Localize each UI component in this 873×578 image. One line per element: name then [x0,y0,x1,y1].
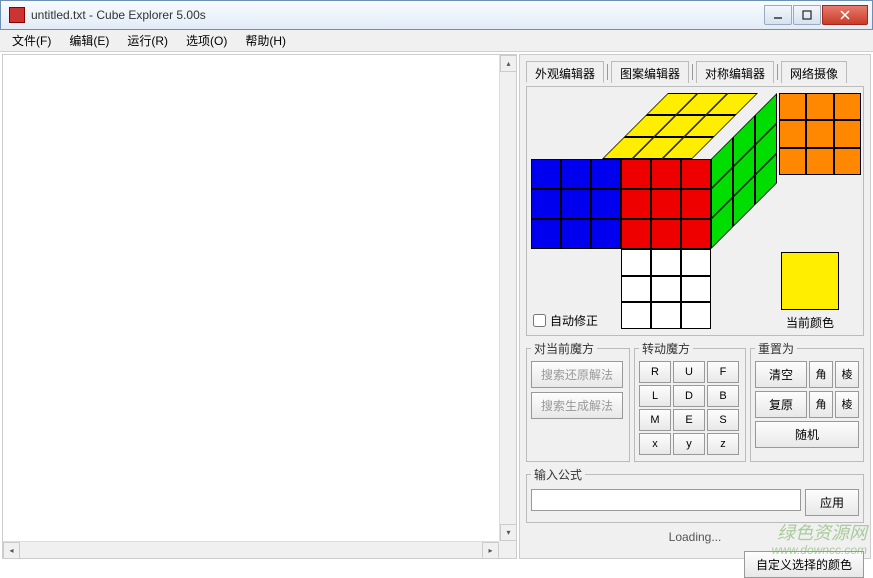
group-reset-legend: 重置为 [755,340,797,357]
menu-run[interactable]: 运行(R) [119,29,176,52]
titlebar: untitled.txt - Cube Explorer 5.00s [0,0,873,30]
scroll-down-icon[interactable]: ▾ [500,524,517,541]
right-panel: 外观编辑器 图案编辑器 对称编辑器 网络摄像 [519,54,871,559]
tab-appearance[interactable]: 外观编辑器 [526,61,604,83]
scroll-corner [499,541,516,558]
cube-editor: 自动修正 当前颜色 [526,86,864,336]
reset-clear-button[interactable]: 清空 [755,361,807,388]
scroll-up-icon[interactable]: ▴ [500,55,517,72]
group-formula: 输入公式 应用 [526,466,864,523]
tab-separator [777,64,778,80]
search-restore-button[interactable]: 搜索还原解法 [531,361,623,388]
menu-file[interactable]: 文件(F) [4,29,59,52]
text-editor[interactable]: ▴ ▾ ◂ ▸ [2,54,517,559]
move-m-button[interactable]: M [639,409,671,431]
search-generate-button[interactable]: 搜索生成解法 [531,392,623,419]
scroll-left-icon[interactable]: ◂ [3,542,20,559]
reset-edge1-button[interactable]: 棱 [835,361,859,388]
formula-input[interactable] [531,489,801,511]
minimize-button[interactable] [764,5,792,25]
reset-corner1-button[interactable]: 角 [809,361,833,388]
maximize-button[interactable] [793,5,821,25]
reset-random-button[interactable]: 随机 [755,421,859,448]
group-current-legend: 对当前魔方 [531,340,597,357]
current-color: 当前颜色 [781,252,839,331]
horizontal-scrollbar[interactable]: ◂ ▸ [3,541,499,558]
current-color-label: 当前颜色 [781,314,839,331]
tab-symmetry[interactable]: 对称编辑器 [696,61,774,83]
move-u-button[interactable]: U [673,361,705,383]
main-area: ▴ ▾ ◂ ▸ 外观编辑器 图案编辑器 对称编辑器 网络摄像 [0,52,873,561]
app-icon [9,7,25,23]
tab-pattern[interactable]: 图案编辑器 [611,61,689,83]
tab-separator [607,64,608,80]
menu-options[interactable]: 选项(O) [178,29,235,52]
move-d-button[interactable]: D [673,385,705,407]
move-r-button[interactable]: R [639,361,671,383]
menu-help[interactable]: 帮助(H) [237,29,294,52]
apply-button[interactable]: 应用 [805,489,859,516]
editor-tabs: 外观编辑器 图案编辑器 对称编辑器 网络摄像 [526,61,864,83]
move-z-button[interactable]: z [707,433,739,455]
scroll-right-icon[interactable]: ▸ [482,542,499,559]
group-move: 转动魔方 R U F L D B M E S x y z [634,340,746,462]
window-controls [764,5,868,25]
reset-edge2-button[interactable]: 棱 [835,391,859,418]
reset-corner2-button[interactable]: 角 [809,391,833,418]
loading-label: Loading... [526,527,864,547]
move-grid: R U F L D B M E S x y z [639,361,741,455]
group-reset: 重置为 清空 角 棱 复原 角 棱 随机 [750,340,864,462]
current-color-swatch[interactable] [781,252,839,310]
menu-edit[interactable]: 编辑(E) [61,29,117,52]
move-l-button[interactable]: L [639,385,671,407]
move-s-button[interactable]: S [707,409,739,431]
move-f-button[interactable]: F [707,361,739,383]
tab-webcam[interactable]: 网络摄像 [781,61,847,83]
reset-restore-button[interactable]: 复原 [755,391,807,418]
close-button[interactable] [822,5,868,25]
group-move-legend: 转动魔方 [639,340,693,357]
move-x-button[interactable]: x [639,433,671,455]
tab-separator [692,64,693,80]
auto-fix-checkbox[interactable]: 自动修正 [533,312,598,329]
group-formula-legend: 输入公式 [531,466,585,483]
vertical-scrollbar[interactable]: ▴ ▾ [499,55,516,541]
move-b-button[interactable]: B [707,385,739,407]
auto-fix-input[interactable] [533,314,546,327]
move-y-button[interactable]: y [673,433,705,455]
window-title: untitled.txt - Cube Explorer 5.00s [31,8,764,22]
auto-fix-label: 自动修正 [550,312,598,329]
menubar: 文件(F) 编辑(E) 运行(R) 选项(O) 帮助(H) [0,30,873,52]
move-e-button[interactable]: E [673,409,705,431]
controls-row: 对当前魔方 搜索还原解法 搜索生成解法 转动魔方 R U F L D B M E… [526,340,864,462]
group-current-cube: 对当前魔方 搜索还原解法 搜索生成解法 [526,340,630,462]
custom-color-button[interactable]: 自定义选择的颜色 [744,551,864,578]
